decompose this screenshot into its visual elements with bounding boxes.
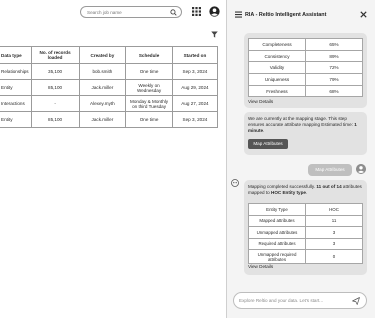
cell-created-by: bob.smith (78, 63, 127, 80)
summary-value: 11 (305, 214, 363, 227)
cell-started-on: Aug 27, 2024 (171, 95, 219, 112)
completion-text: Mapping completed successfully. (248, 184, 316, 189)
metric-value: 89% (305, 49, 363, 63)
summary-name: Unmapped required attributes (248, 249, 306, 264)
cell-schedule: Weekly on Wednesday (125, 79, 173, 96)
send-icon[interactable] (352, 297, 360, 305)
summary-value: 3 (305, 226, 363, 239)
column-header-created-by[interactable]: Created by (78, 46, 127, 64)
cell-data-type: Entity (0, 79, 32, 96)
user-message-bubble: Map Attributes (308, 164, 352, 176)
metric-value: 72% (305, 61, 363, 75)
summary-row: Entity Type HOC (248, 203, 363, 216)
metric-value: 65% (305, 38, 363, 51)
completion-count: 11 out of 14 (316, 184, 342, 189)
column-header-records[interactable]: No. of records loaded (30, 46, 80, 64)
summary-value: HOC (305, 203, 363, 216)
mapping-summary-table: Entity Type HOC Mapped attributes 11 Unmap… (248, 203, 363, 264)
summary-row: Required attributes 3 (248, 237, 363, 250)
close-icon[interactable] (360, 11, 367, 18)
cell-records: 35,100 (30, 63, 80, 80)
mapping-stage-message: We are currently at the mapping stage. T… (248, 116, 357, 134)
metric-name: Consistency (248, 49, 306, 63)
map-attributes-button[interactable]: Map Attributes (248, 139, 288, 149)
summary-name: Entity Type (248, 203, 306, 216)
cell-started-on: Aug 29, 2024 (171, 79, 219, 96)
metric-row: Validity 72% (248, 61, 363, 75)
table-row[interactable]: Relationships 35,100 bob.smith One time … (0, 63, 219, 80)
top-bar: Search job name (0, 0, 226, 24)
cell-created-by: Jack.miller (78, 111, 127, 128)
cell-created-by: Alexey.myth (78, 95, 127, 112)
cell-data-type: Interactions (0, 95, 32, 112)
mapping-stage-card: We are currently at the mapping stage. T… (244, 112, 367, 155)
table-row[interactable]: Entity 85,100 Jack.miller One time Sep 3… (0, 111, 219, 128)
summary-value: 3 (305, 237, 363, 250)
quality-metrics-card: Completeness 65% Consistency 89% Validity 7… (244, 33, 367, 108)
metric-row: Consistency 89% (248, 49, 363, 63)
search-icon[interactable] (170, 9, 177, 16)
summary-row: Unmapped required attributes 0 (248, 249, 363, 264)
summary-value: 0 (305, 249, 363, 264)
metric-name: Freshness (248, 84, 306, 98)
metric-value: 79% (305, 73, 363, 86)
cell-schedule: One time (125, 63, 173, 80)
metric-value: 68% (305, 84, 363, 98)
completion-entity-type: HOC Entity type (271, 190, 306, 196)
user-account-icon[interactable] (209, 6, 220, 17)
cell-schedule: One time (125, 111, 173, 128)
chat-input[interactable]: Explore Reltio and your data. Let's star… (233, 292, 367, 309)
cell-data-type: Relationships (0, 63, 32, 80)
metric-row: Uniqueness 79% (248, 73, 363, 86)
cell-records: 85,100 (30, 111, 80, 128)
cell-data-type: Entity (0, 111, 32, 128)
metric-name: Uniqueness (248, 73, 306, 86)
apps-grid-icon[interactable] (192, 7, 201, 16)
assistant-title: RIA - Reltio Intelligent Assistant (245, 11, 327, 18)
cell-records: 85,100 (30, 79, 80, 96)
column-header-started-on[interactable]: Started on (171, 46, 219, 64)
mapping-result-message: Mapping completed successfully. 11 out o… (248, 184, 362, 196)
search-placeholder: Search job name (87, 9, 122, 15)
summary-name: Mapped attributes (248, 214, 306, 227)
metric-row: Freshness 68% (248, 84, 363, 98)
column-header-schedule[interactable]: Schedule (125, 46, 173, 64)
user-avatar-icon (356, 164, 366, 174)
hamburger-menu-icon[interactable] (235, 11, 242, 18)
table-row[interactable]: Entity 85,100 Jack.miller Weekly on Wedn… (0, 79, 219, 96)
summary-name: Required attributes (248, 237, 306, 250)
chat-input-placeholder: Explore Reltio and your data. Let's star… (239, 298, 324, 303)
quality-metrics-table: Completeness 65% Consistency 89% Validity 7… (248, 38, 363, 98)
summary-row: Unmapped attributes 3 (248, 226, 363, 239)
summary-row: Mapped attributes 11 (248, 214, 363, 227)
assistant-bot-icon (231, 179, 239, 187)
assistant-header: RIA - Reltio Intelligent Assistant (227, 0, 375, 30)
metric-row: Completeness 65% (248, 38, 363, 51)
search-input[interactable]: Search job name (80, 6, 182, 18)
cell-schedule: Monday & Monthly on third Tuesday (125, 95, 173, 112)
view-details-link[interactable]: View Details (248, 264, 273, 269)
table-row[interactable]: Interactions - Alexey.myth Monday & Mont… (0, 95, 219, 112)
cell-started-on: Sep 3, 2024 (171, 111, 219, 128)
filter-icon[interactable] (211, 31, 218, 38)
mapping-result-card: Mapping completed successfully. 11 out o… (244, 180, 367, 275)
estimated-time-label: Estimated time: (321, 122, 353, 128)
assistant-panel: RIA - Reltio Intelligent Assistant Compl… (227, 0, 375, 318)
metric-name: Validity (248, 61, 306, 75)
cell-started-on: Sep 3, 2024 (171, 63, 219, 80)
cell-records: - (30, 95, 80, 112)
metric-name: Completeness (248, 38, 306, 51)
column-header-data-type[interactable]: Data type (0, 46, 32, 64)
cell-created-by: Jack.miller (78, 79, 127, 96)
jobs-table: Data type No. of records loaded Created … (0, 46, 219, 128)
jobs-panel: Search job name Data type No. of records… (0, 0, 226, 318)
summary-name: Unmapped attributes (248, 226, 306, 239)
table-header-row: Data type No. of records loaded Created … (0, 46, 219, 64)
view-details-link[interactable]: View Details (248, 99, 273, 104)
